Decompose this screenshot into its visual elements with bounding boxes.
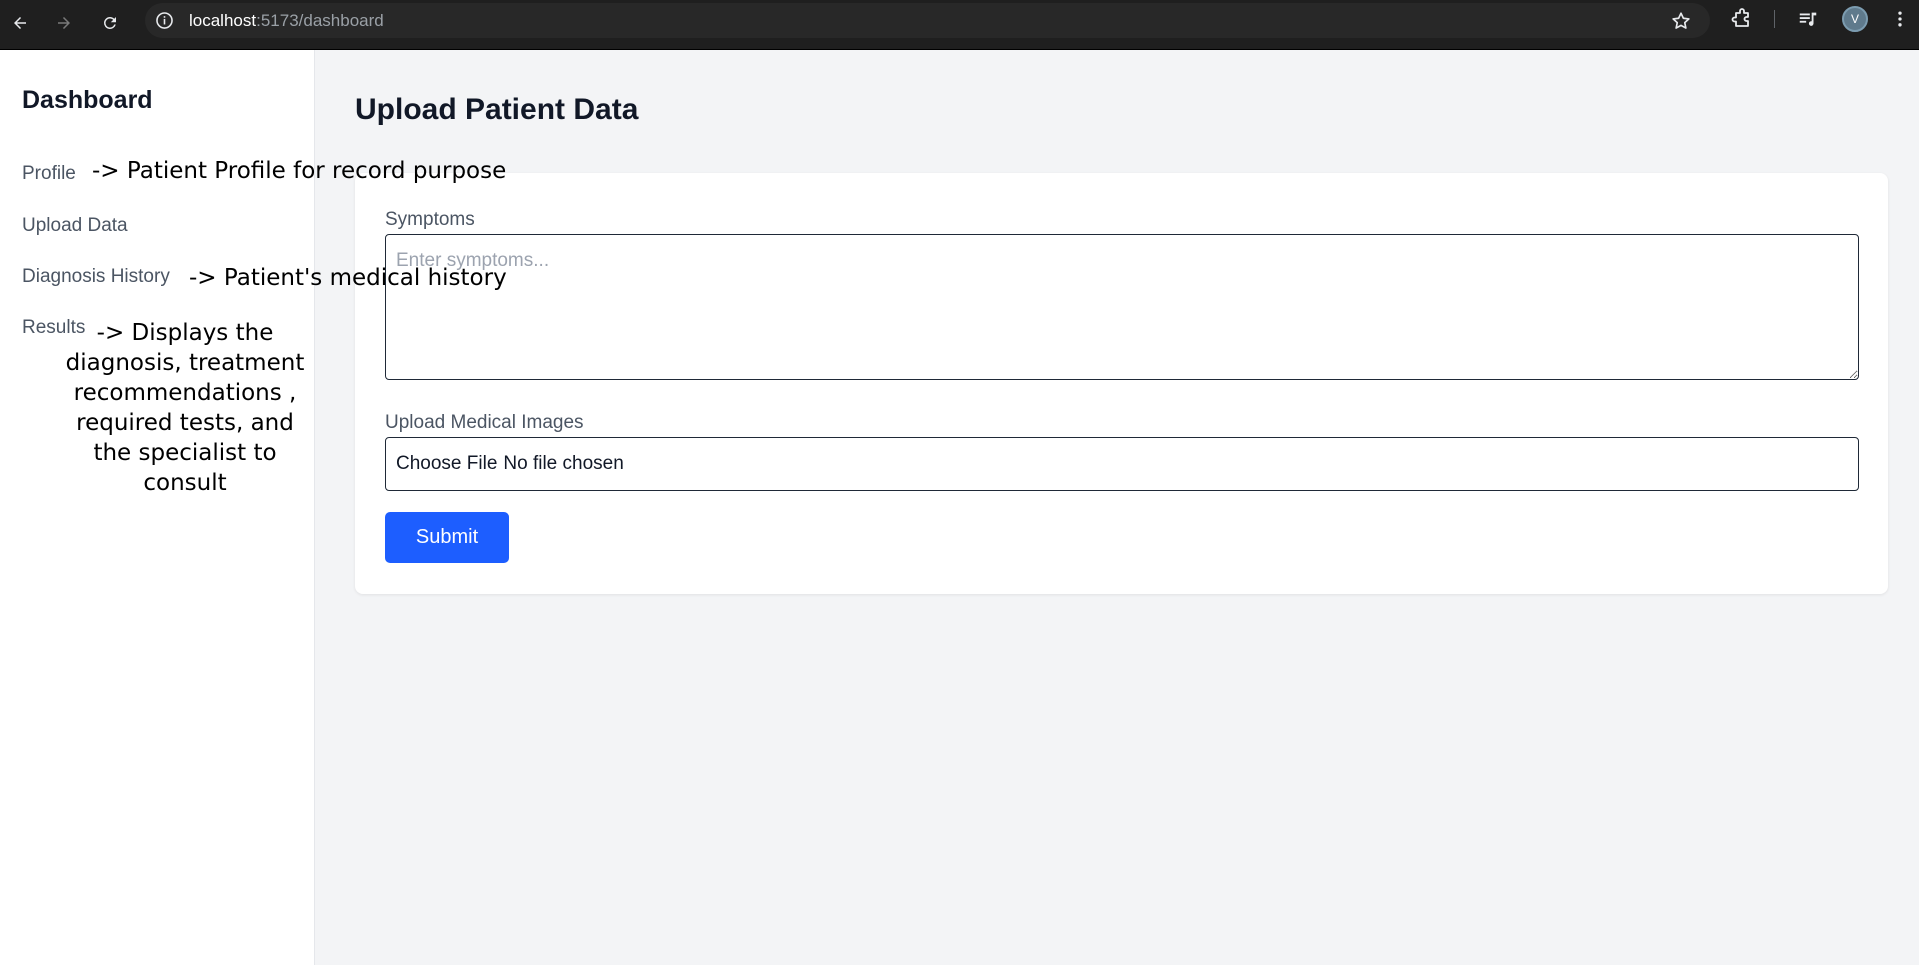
annotation-results: -> Displays the diagnosis, treatment rec… xyxy=(65,320,305,496)
toolbar-divider xyxy=(1774,10,1775,28)
annotation-history: -> Patient's medical history xyxy=(189,265,507,291)
annotation-profile: -> Patient Profile for record purpose xyxy=(92,158,507,184)
sidebar-title: Dashboard xyxy=(22,86,153,114)
url-text[interactable]: localhost:5173/dashboard xyxy=(189,11,384,31)
info-icon[interactable] xyxy=(155,11,174,30)
file-status-text: No file chosen xyxy=(503,453,624,474)
forward-button[interactable] xyxy=(49,8,79,38)
sidebar-item-upload-data[interactable]: Upload Data xyxy=(22,215,128,237)
submit-button[interactable]: Submit xyxy=(385,512,509,563)
reload-icon xyxy=(103,16,116,29)
symptoms-label: Symptoms xyxy=(385,209,475,230)
profile-avatar[interactable]: V xyxy=(1842,6,1868,32)
sidebar-item-diagnosis-history[interactable]: Diagnosis History xyxy=(22,266,170,288)
choose-file-button[interactable]: Choose File xyxy=(396,453,497,475)
sidebar: Dashboard Profile Upload Data Diagnosis … xyxy=(0,50,315,965)
url-host: localhost xyxy=(189,11,257,30)
url-path: :5173/dashboard xyxy=(256,11,384,30)
upload-form-card: Symptoms Upload Medical Images Choose Fi… xyxy=(355,173,1888,594)
symptoms-input[interactable] xyxy=(385,234,1859,380)
star-icon[interactable] xyxy=(1670,10,1692,32)
medical-images-label: Upload Medical Images xyxy=(385,412,584,433)
browser-toolbar: localhost:5173/dashboard V xyxy=(0,0,1919,50)
back-arrow-icon xyxy=(14,17,26,29)
medical-images-file-input[interactable]: Choose File No file chosen xyxy=(385,437,1859,491)
media-control-icon[interactable] xyxy=(1797,8,1819,30)
menu-dots-icon[interactable] xyxy=(1890,8,1910,30)
extensions-icon[interactable] xyxy=(1730,7,1754,31)
sidebar-item-profile[interactable]: Profile xyxy=(22,163,76,185)
address-bar[interactable]: localhost:5173/dashboard xyxy=(145,3,1710,38)
forward-arrow-icon xyxy=(58,17,70,29)
reload-button[interactable] xyxy=(95,8,125,38)
back-button[interactable] xyxy=(5,8,35,38)
page-title: Upload Patient Data xyxy=(355,93,639,126)
